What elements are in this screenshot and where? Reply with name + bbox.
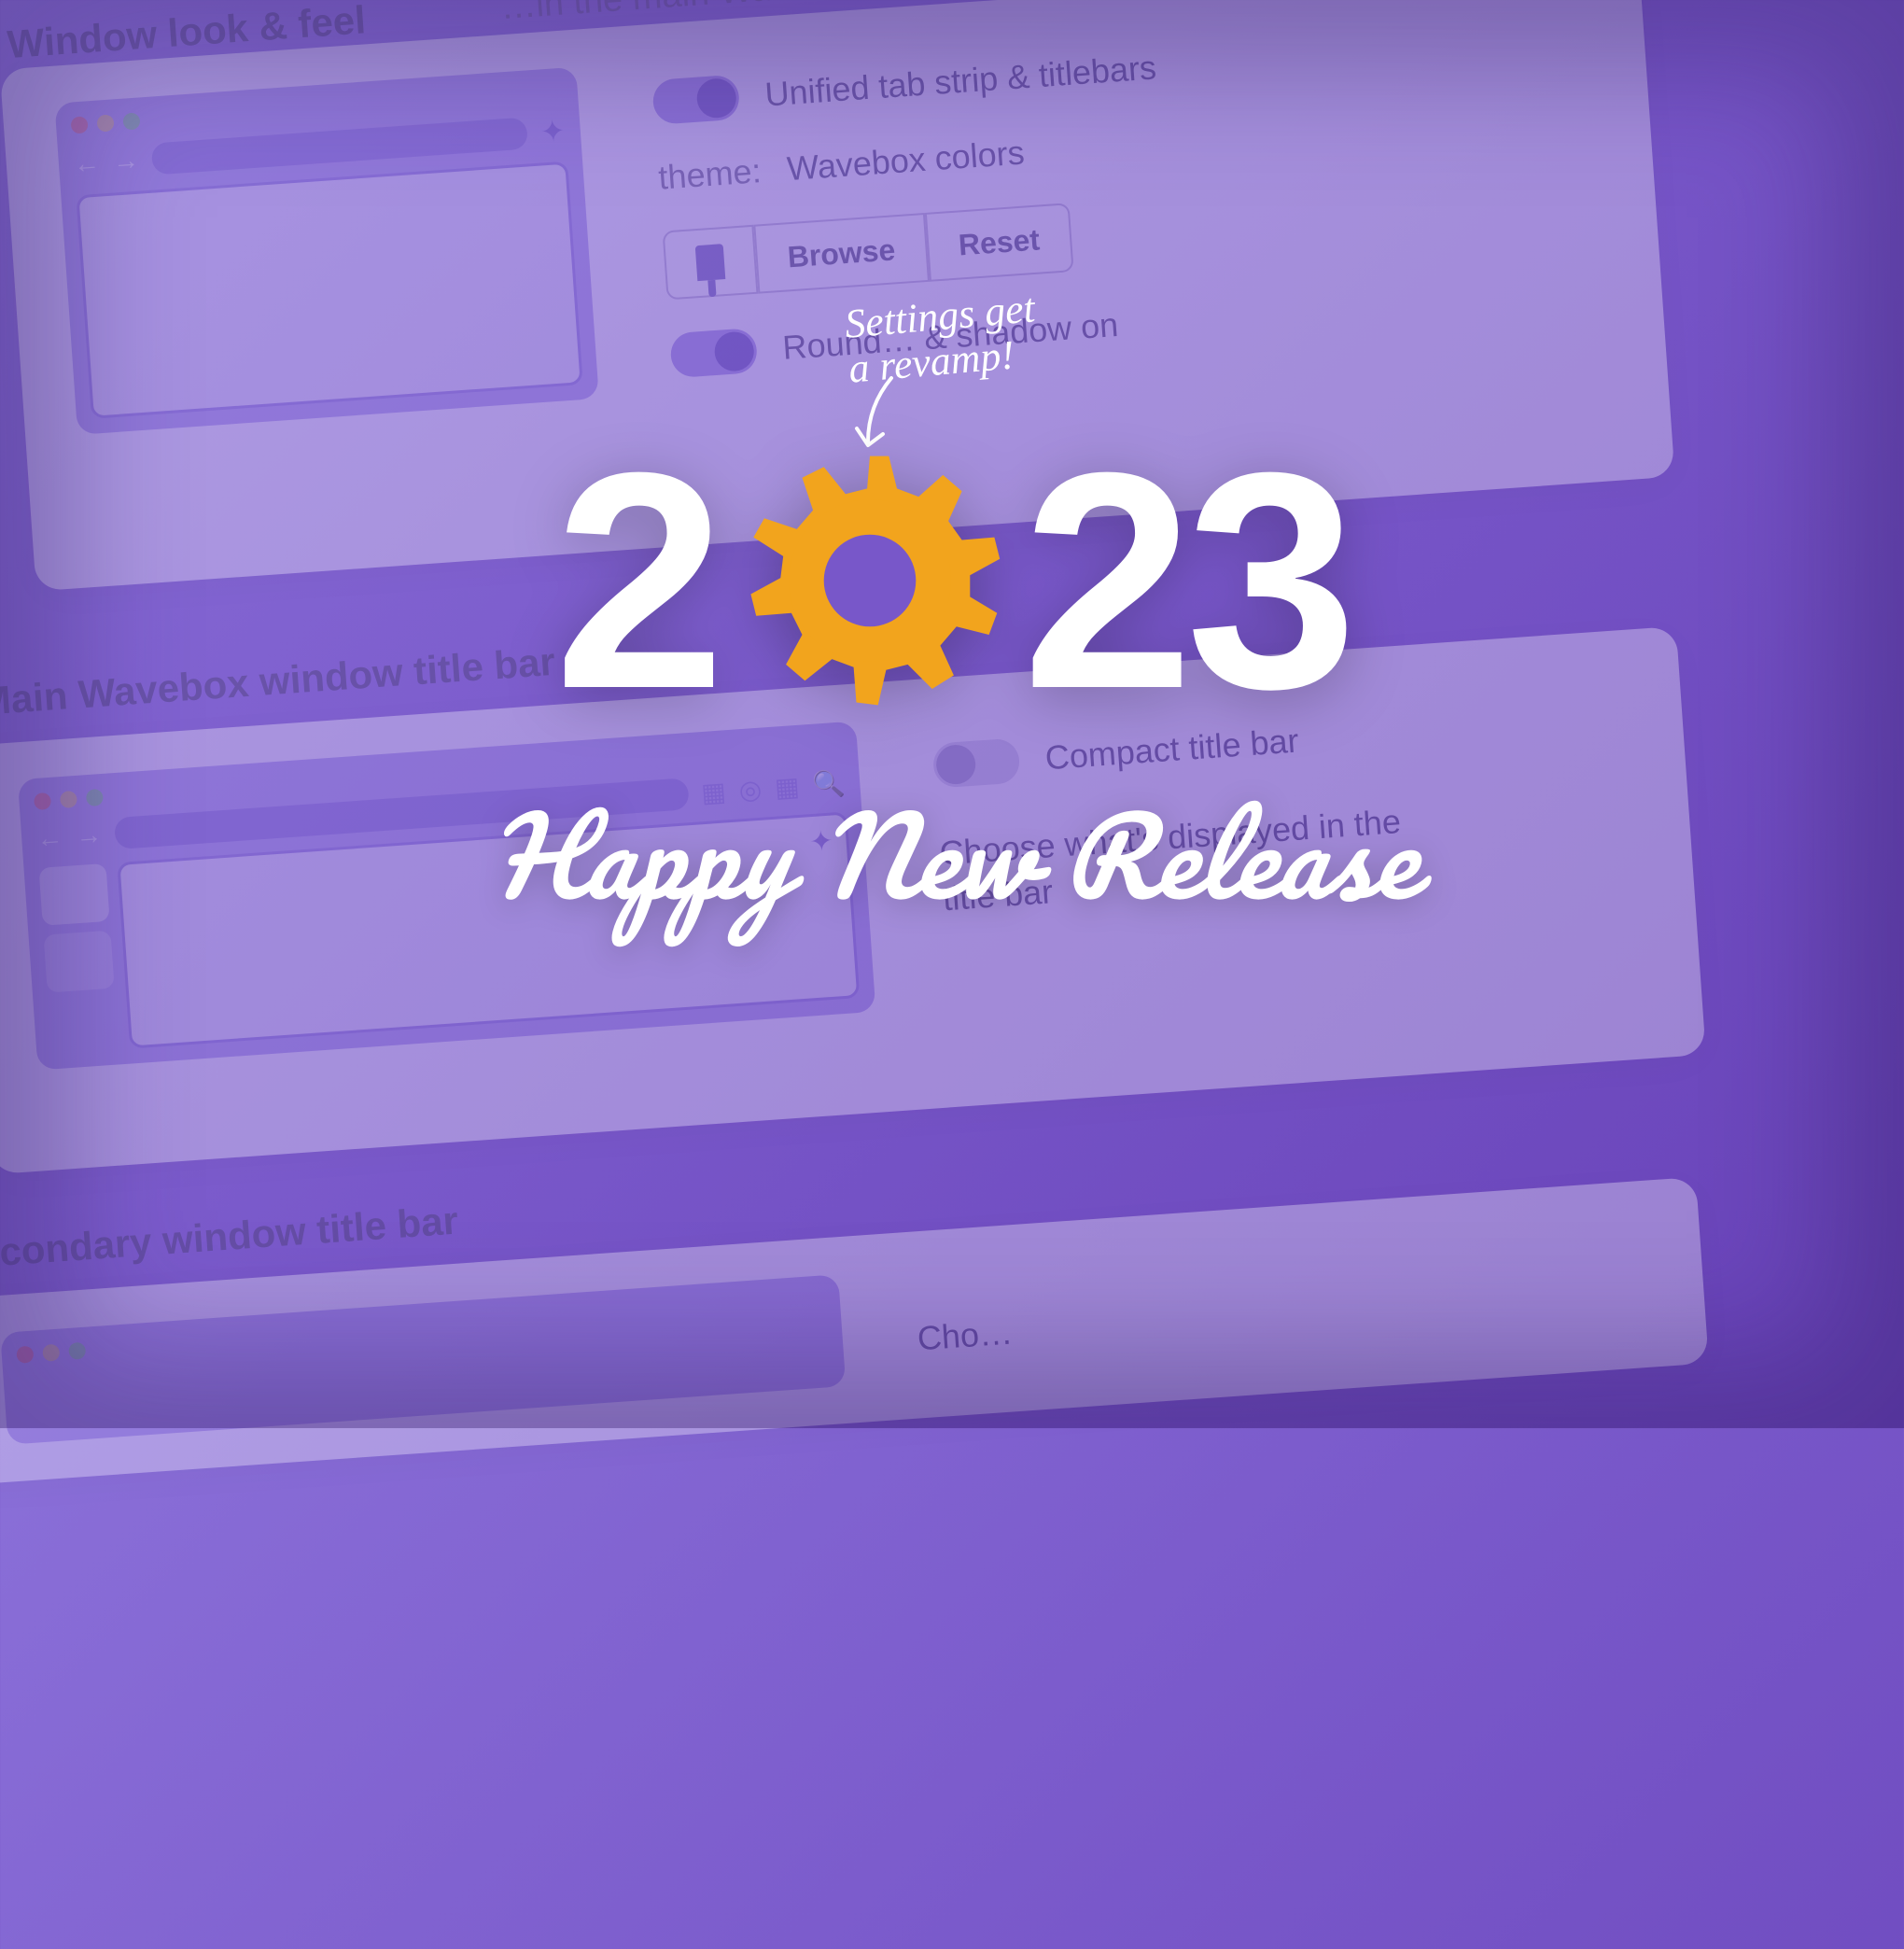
digit-4: 3 [1186,427,1351,735]
tagline: Happy New Release [489,763,1415,946]
year-2023: 2 2 3 [554,427,1351,735]
hero-overlay: Settings get a revamp! 2 2 3 Happy New R… [0,0,1904,1428]
digit-1: 2 [554,427,719,735]
gear-icon [735,445,1005,716]
digit-3: 2 [1022,427,1186,735]
